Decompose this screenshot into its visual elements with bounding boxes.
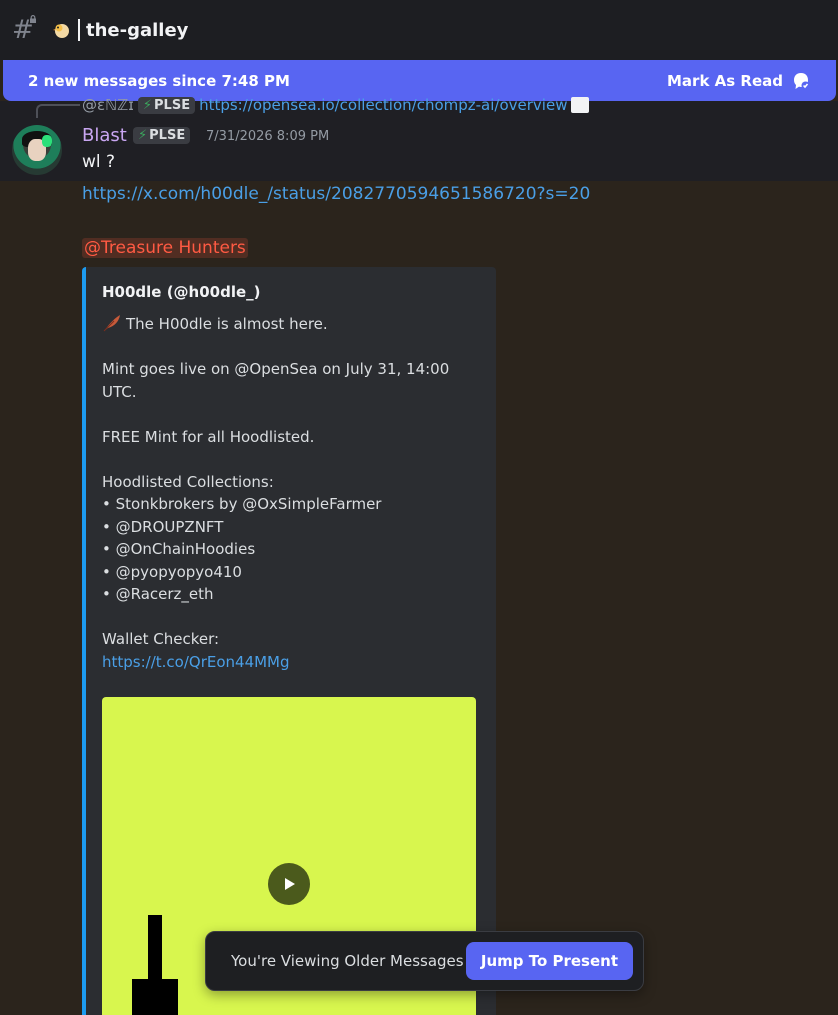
avatar[interactable]	[12, 125, 62, 175]
feather-icon	[103, 315, 120, 332]
image-icon	[571, 97, 590, 113]
embed-author[interactable]: H00dle (@h00dle_)	[102, 283, 480, 301]
video-figure-base	[132, 979, 178, 1015]
mark-read-icon[interactable]	[791, 71, 811, 91]
channel-header: # the-galley	[0, 0, 838, 60]
channel-name: the-galley	[86, 19, 189, 41]
chick-emoji-icon	[53, 24, 69, 38]
jump-to-present-button[interactable]: Jump To Present	[465, 942, 633, 980]
role-mention[interactable]: @Treasure Hunters	[82, 238, 248, 258]
hashtag-lock-icon: #	[12, 15, 40, 43]
user-badge[interactable]: ⚡ PLSE	[133, 127, 191, 144]
message-text: wl ?	[82, 152, 116, 172]
play-icon[interactable]	[268, 863, 310, 905]
older-messages-text: You're Viewing Older Messages	[231, 952, 464, 970]
new-messages-text[interactable]: 2 new messages since 7:48 PM	[28, 72, 290, 90]
message-link[interactable]: https://x.com/h00dle_/status/20827705946…	[82, 184, 590, 204]
bolt-icon: ⚡	[142, 97, 153, 113]
embed-intro: The H00dle is almost here.	[126, 315, 328, 333]
embed-body: Mint goes live on @OpenSea on July 31, 1…	[102, 360, 450, 648]
embed-description: The H00dle is almost here. Mint goes liv…	[102, 313, 480, 673]
message-username[interactable]: Blast	[82, 125, 127, 146]
message-timestamp: 7/31/2026 8:09 PM	[206, 129, 330, 144]
reply-badge: ⚡ PLSE	[137, 96, 196, 114]
reply-preview[interactable]: @ɛℕℤɪ ⚡ PLSE https://opensea.io/collectio…	[82, 95, 590, 115]
wallet-checker-link[interactable]: https://t.co/QrEon44MMg	[102, 653, 290, 671]
reply-spine	[36, 104, 80, 118]
header-separator	[78, 19, 80, 41]
older-messages-bar: You're Viewing Older Messages Jump To Pr…	[205, 931, 644, 991]
video-figure	[148, 915, 162, 985]
twitter-embed: H00dle (@h00dle_) The H00dle is almost h…	[82, 267, 496, 1015]
bolt-icon: ⚡	[138, 128, 148, 143]
reply-link[interactable]: https://opensea.io/collection/chompz-ai/…	[199, 96, 567, 114]
mark-as-read-button[interactable]: Mark As Read	[667, 71, 811, 91]
reply-username[interactable]: @ɛℕℤɪ	[82, 96, 134, 114]
mark-as-read-label[interactable]: Mark As Read	[667, 72, 783, 90]
